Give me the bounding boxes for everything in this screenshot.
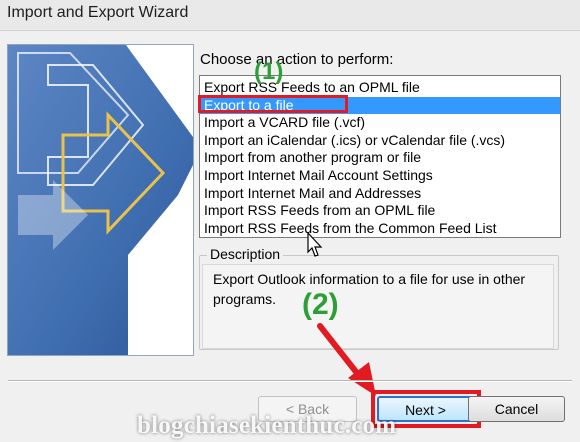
footer-separator <box>8 380 572 382</box>
red-arrow-annotation <box>317 323 376 396</box>
mouse-cursor-icon <box>307 232 323 257</box>
watermark-text: blogchiasekienthuc.com <box>137 412 397 439</box>
cancel-button[interactable]: Cancel <box>468 396 565 422</box>
